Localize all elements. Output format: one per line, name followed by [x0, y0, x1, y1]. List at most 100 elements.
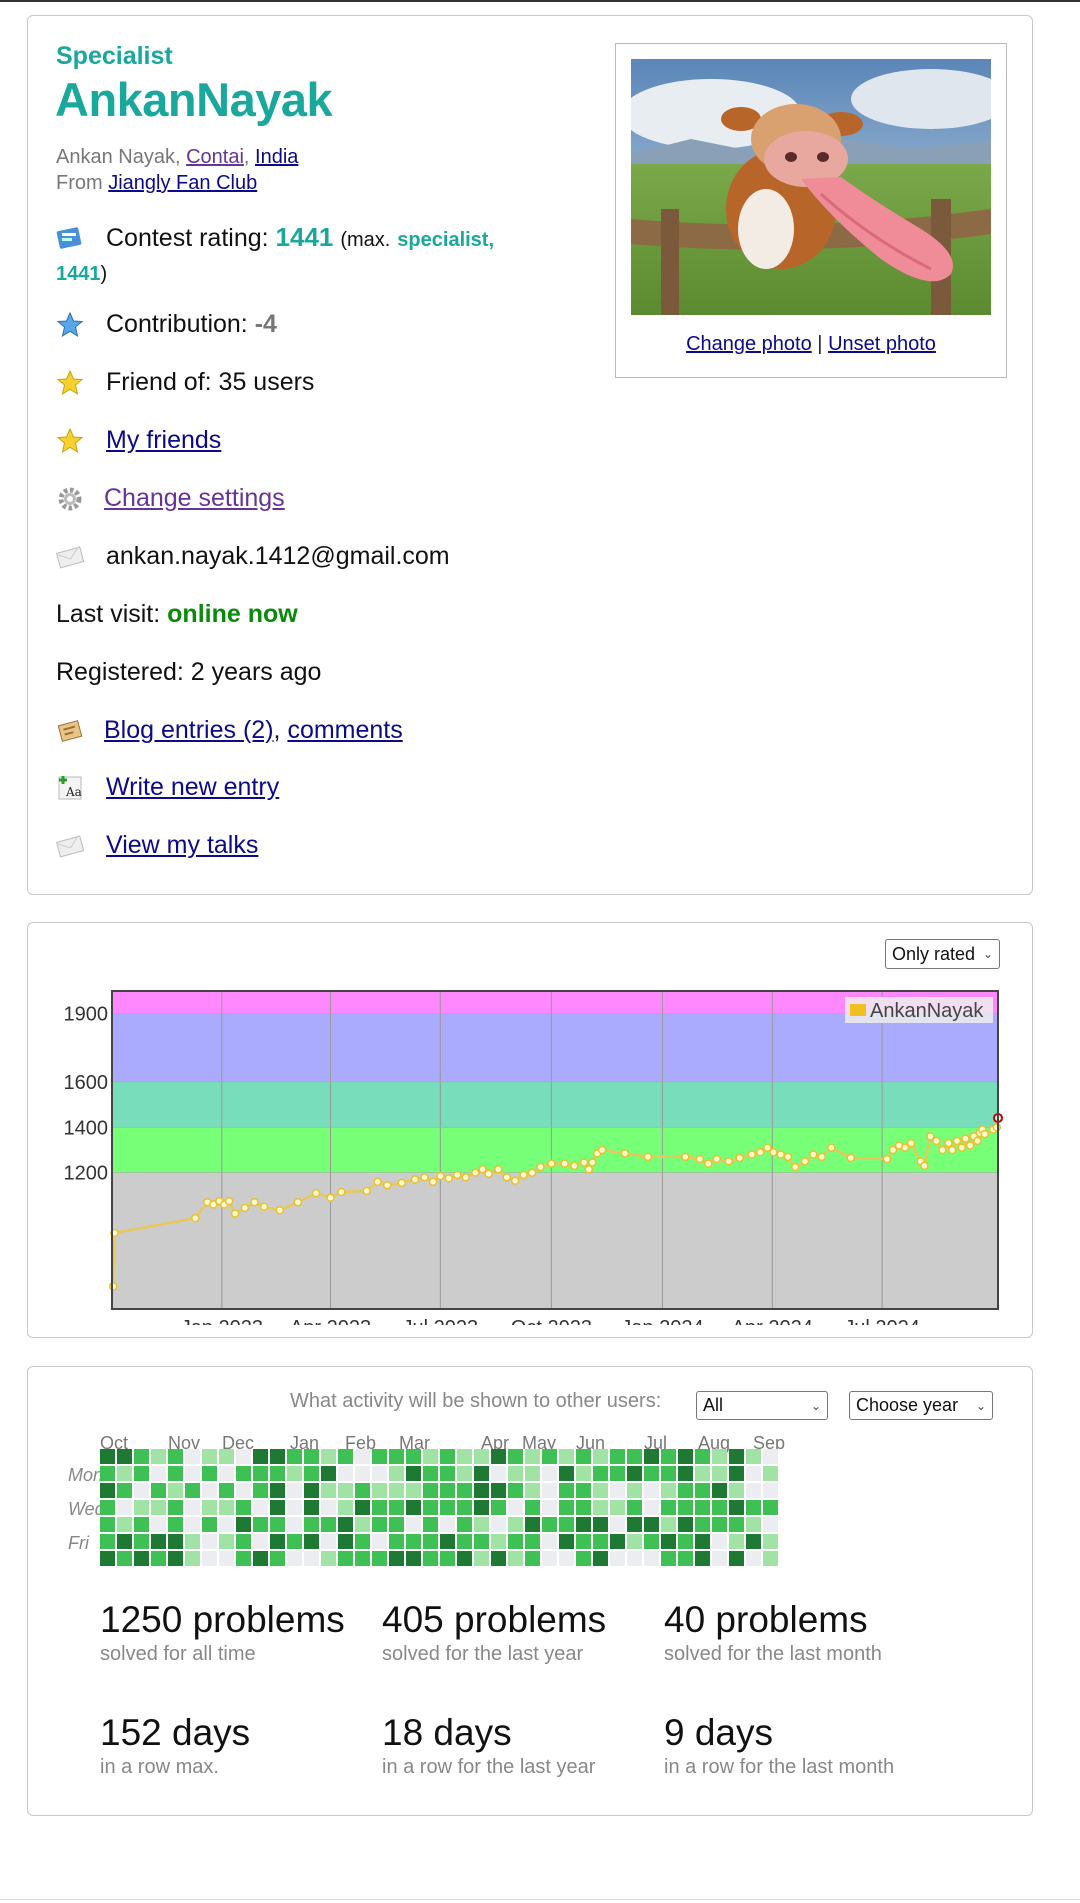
activity-cell[interactable] — [219, 1500, 234, 1515]
activity-cell[interactable] — [525, 1500, 540, 1515]
activity-cell[interactable] — [729, 1449, 744, 1464]
activity-cell[interactable] — [287, 1483, 302, 1498]
activity-cell[interactable] — [644, 1500, 659, 1515]
rating-point[interactable] — [584, 1165, 594, 1174]
rating-point[interactable] — [961, 1134, 970, 1143]
rating-point[interactable] — [444, 1174, 454, 1183]
country-link[interactable]: India — [255, 146, 298, 168]
activity-cell[interactable] — [100, 1517, 115, 1532]
activity-cell[interactable] — [236, 1534, 251, 1549]
activity-cell[interactable] — [202, 1449, 217, 1464]
activity-cell[interactable] — [389, 1500, 404, 1515]
activity-cell[interactable] — [457, 1534, 472, 1549]
activity-cell[interactable] — [457, 1500, 472, 1515]
activity-cell[interactable] — [542, 1483, 557, 1498]
activity-cell[interactable] — [576, 1517, 591, 1532]
activity-cell[interactable] — [712, 1466, 727, 1481]
activity-cell[interactable] — [151, 1483, 166, 1498]
activity-cell[interactable] — [678, 1449, 693, 1464]
activity-cell[interactable] — [593, 1551, 608, 1566]
activity-cell[interactable] — [253, 1517, 268, 1532]
activity-cell[interactable] — [219, 1466, 234, 1481]
activity-cell[interactable] — [559, 1449, 574, 1464]
activity-cell[interactable] — [117, 1483, 132, 1498]
rating-point[interactable] — [311, 1188, 321, 1198]
activity-cell[interactable] — [185, 1466, 200, 1481]
activity-cell[interactable] — [168, 1517, 183, 1532]
rating-point[interactable] — [452, 1170, 462, 1180]
activity-cell[interactable] — [508, 1551, 523, 1566]
activity-cell[interactable] — [576, 1500, 591, 1515]
activity-cell[interactable] — [219, 1534, 234, 1549]
graph-filter-select[interactable]: Only rated ⌄ — [885, 939, 1000, 969]
activity-cell[interactable] — [321, 1483, 336, 1498]
activity-cell[interactable] — [372, 1517, 387, 1532]
rating-point[interactable] — [800, 1157, 810, 1166]
rating-point[interactable] — [362, 1186, 371, 1196]
rating-point[interactable] — [957, 1143, 967, 1152]
activity-cell[interactable] — [100, 1449, 115, 1464]
rating-point[interactable] — [579, 1158, 589, 1167]
activity-cell[interactable] — [712, 1534, 727, 1549]
activity-cell[interactable] — [627, 1551, 642, 1566]
activity-cell[interactable] — [559, 1466, 574, 1481]
activity-cell[interactable] — [355, 1466, 370, 1481]
activity-cell[interactable] — [321, 1500, 336, 1515]
activity-cell[interactable] — [355, 1483, 370, 1498]
rating-point[interactable] — [461, 1173, 470, 1182]
activity-cell[interactable] — [576, 1534, 591, 1549]
activity-cell[interactable] — [423, 1483, 438, 1498]
activity-cell[interactable] — [763, 1551, 778, 1566]
activity-cell[interactable] — [440, 1517, 455, 1532]
activity-cell[interactable] — [338, 1534, 353, 1549]
rating-point[interactable] — [420, 1173, 429, 1182]
activity-cell[interactable] — [185, 1449, 200, 1464]
activity-cell[interactable] — [355, 1534, 370, 1549]
activity-cell[interactable] — [746, 1517, 761, 1532]
activity-cell[interactable] — [559, 1517, 574, 1532]
activity-cell[interactable] — [202, 1551, 217, 1566]
activity-cell[interactable] — [678, 1483, 693, 1498]
activity-cell[interactable] — [423, 1517, 438, 1532]
activity-cell[interactable] — [457, 1551, 472, 1566]
activity-cell[interactable] — [321, 1449, 336, 1464]
activity-cell[interactable] — [746, 1500, 761, 1515]
activity-cell[interactable] — [287, 1449, 302, 1464]
activity-cell[interactable] — [304, 1534, 319, 1549]
activity-cell[interactable] — [661, 1466, 676, 1481]
activity-cell[interactable] — [593, 1483, 608, 1498]
activity-cell[interactable] — [287, 1551, 302, 1566]
rating-point[interactable] — [965, 1141, 975, 1150]
activity-cell[interactable] — [661, 1551, 676, 1566]
activity-cell[interactable] — [644, 1449, 659, 1464]
activity-cell[interactable] — [219, 1483, 234, 1498]
rating-point[interactable] — [938, 1145, 947, 1155]
activity-cell[interactable] — [542, 1517, 557, 1532]
rating-point[interactable] — [326, 1193, 335, 1202]
activity-cell[interactable] — [338, 1551, 353, 1566]
activity-cell[interactable] — [389, 1483, 404, 1498]
activity-cell[interactable] — [389, 1534, 404, 1549]
activity-cell[interactable] — [134, 1466, 149, 1481]
activity-cell[interactable] — [678, 1500, 693, 1515]
activity-cell[interactable] — [610, 1466, 625, 1481]
activity-cell[interactable] — [644, 1483, 659, 1498]
activity-cell[interactable] — [508, 1466, 523, 1481]
rating-point[interactable] — [932, 1136, 941, 1146]
activity-cell[interactable] — [253, 1500, 268, 1515]
year-select[interactable]: Choose year ⌄ — [849, 1391, 993, 1420]
activity-cell[interactable] — [712, 1551, 727, 1566]
activity-cell[interactable] — [219, 1449, 234, 1464]
rating-point[interactable] — [920, 1161, 929, 1171]
activity-cell[interactable] — [185, 1534, 200, 1549]
activity-cell[interactable] — [746, 1483, 761, 1498]
activity-cell[interactable] — [763, 1449, 778, 1464]
rating-point[interactable] — [494, 1165, 503, 1174]
activity-cell[interactable] — [576, 1483, 591, 1498]
activity-cell[interactable] — [185, 1483, 200, 1498]
activity-cell[interactable] — [661, 1500, 676, 1515]
activity-cell[interactable] — [236, 1449, 251, 1464]
rating-point[interactable] — [980, 1129, 989, 1139]
activity-cell[interactable] — [100, 1466, 115, 1481]
activity-cell[interactable] — [406, 1551, 421, 1566]
